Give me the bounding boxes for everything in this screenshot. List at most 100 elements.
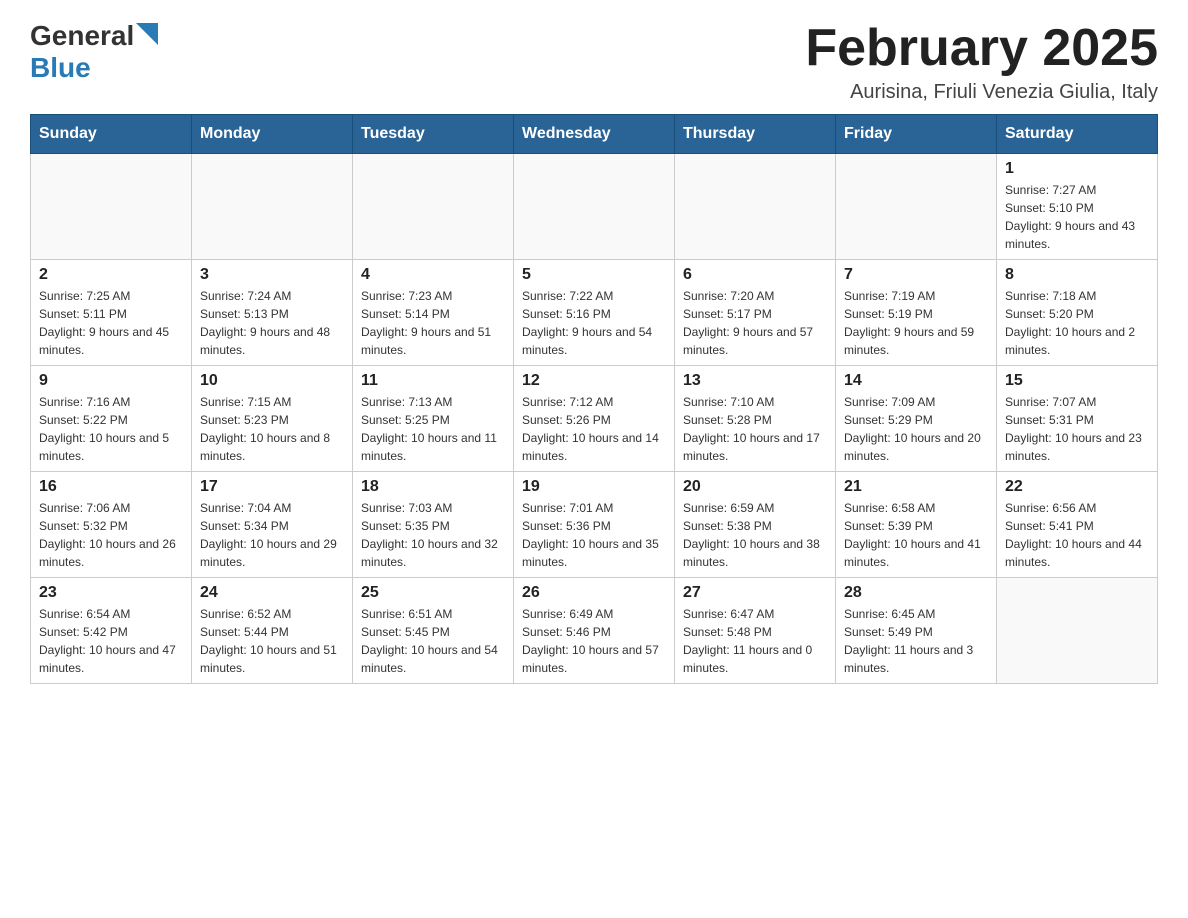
calendar-cell: 10 Sunrise: 7:15 AM Sunset: 5:23 PM Dayli… xyxy=(192,366,353,472)
day-number: 25 xyxy=(361,584,505,602)
calendar-cell xyxy=(997,578,1158,684)
day-number: 8 xyxy=(1005,266,1149,284)
day-number: 3 xyxy=(200,266,344,284)
day-info: Sunrise: 7:10 AM Sunset: 5:28 PM Dayligh… xyxy=(683,393,827,465)
calendar-week-row: 23 Sunrise: 6:54 AM Sunset: 5:42 PM Dayli… xyxy=(31,578,1158,684)
day-number: 23 xyxy=(39,584,183,602)
page-subtitle: Aurisina, Friuli Venezia Giulia, Italy xyxy=(805,81,1158,104)
header-sunday: Sunday xyxy=(31,115,192,154)
day-number: 7 xyxy=(844,266,988,284)
calendar-cell: 22 Sunrise: 6:56 AM Sunset: 5:41 PM Dayli… xyxy=(997,472,1158,578)
calendar-cell: 24Sunrise: 6:52 AM Sunset: 5:44 PM Dayli… xyxy=(192,578,353,684)
calendar-cell xyxy=(192,154,353,260)
calendar-cell: 14 Sunrise: 7:09 AM Sunset: 5:29 PM Dayli… xyxy=(836,366,997,472)
day-number: 9 xyxy=(39,372,183,390)
day-number: 15 xyxy=(1005,372,1149,390)
day-number: 18 xyxy=(361,478,505,496)
calendar-cell: 12Sunrise: 7:12 AM Sunset: 5:26 PM Dayli… xyxy=(514,366,675,472)
calendar-cell xyxy=(675,154,836,260)
day-number: 10 xyxy=(200,372,344,390)
calendar-cell: 23 Sunrise: 6:54 AM Sunset: 5:42 PM Dayli… xyxy=(31,578,192,684)
header-thursday: Thursday xyxy=(675,115,836,154)
calendar-cell: 11 Sunrise: 7:13 AM Sunset: 5:25 PM Dayli… xyxy=(353,366,514,472)
day-info: Sunrise: 7:27 AM Sunset: 5:10 PM Dayligh… xyxy=(1005,181,1149,253)
day-info: Sunrise: 6:47 AM Sunset: 5:48 PM Dayligh… xyxy=(683,605,827,677)
day-number: 1 xyxy=(1005,160,1149,178)
day-info: Sunrise: 7:15 AM Sunset: 5:23 PM Dayligh… xyxy=(200,393,344,465)
calendar-cell: 27 Sunrise: 6:47 AM Sunset: 5:48 PM Dayli… xyxy=(675,578,836,684)
logo-general-text: General xyxy=(30,20,134,52)
day-number: 21 xyxy=(844,478,988,496)
day-info: Sunrise: 7:16 AM Sunset: 5:22 PM Dayligh… xyxy=(39,393,183,465)
calendar-cell xyxy=(836,154,997,260)
calendar-cell: 15 Sunrise: 7:07 AM Sunset: 5:31 PM Dayli… xyxy=(997,366,1158,472)
day-info: Sunrise: 7:25 AM Sunset: 5:11 PM Dayligh… xyxy=(39,287,183,359)
calendar-header-row: Sunday Monday Tuesday Wednesday Thursday… xyxy=(31,115,1158,154)
day-info: Sunrise: 7:13 AM Sunset: 5:25 PM Dayligh… xyxy=(361,393,505,465)
day-info: Sunrise: 6:58 AM Sunset: 5:39 PM Dayligh… xyxy=(844,499,988,571)
day-number: 16 xyxy=(39,478,183,496)
calendar-cell: 4 Sunrise: 7:23 AM Sunset: 5:14 PM Daylig… xyxy=(353,260,514,366)
day-info: Sunrise: 6:59 AM Sunset: 5:38 PM Dayligh… xyxy=(683,499,827,571)
day-number: 17 xyxy=(200,478,344,496)
day-info: Sunrise: 7:07 AM Sunset: 5:31 PM Dayligh… xyxy=(1005,393,1149,465)
calendar-cell xyxy=(353,154,514,260)
day-info: Sunrise: 7:01 AM Sunset: 5:36 PM Dayligh… xyxy=(522,499,666,571)
day-info: Sunrise: 7:20 AM Sunset: 5:17 PM Dayligh… xyxy=(683,287,827,359)
calendar-cell: 1 Sunrise: 7:27 AM Sunset: 5:10 PM Daylig… xyxy=(997,154,1158,260)
page-header: General Blue February 2025 Aurisina, Fri… xyxy=(30,20,1158,104)
day-number: 13 xyxy=(683,372,827,390)
logo: General Blue xyxy=(30,20,158,84)
calendar-cell: 21 Sunrise: 6:58 AM Sunset: 5:39 PM Dayli… xyxy=(836,472,997,578)
calendar-cell: 17 Sunrise: 7:04 AM Sunset: 5:34 PM Dayli… xyxy=(192,472,353,578)
calendar-cell: 26 Sunrise: 6:49 AM Sunset: 5:46 PM Dayli… xyxy=(514,578,675,684)
day-number: 26 xyxy=(522,584,666,602)
day-number: 2 xyxy=(39,266,183,284)
calendar-cell: 7 Sunrise: 7:19 AM Sunset: 5:19 PM Daylig… xyxy=(836,260,997,366)
calendar-cell: 5 Sunrise: 7:22 AM Sunset: 5:16 PM Daylig… xyxy=(514,260,675,366)
day-number: 27 xyxy=(683,584,827,602)
calendar-cell: 25 Sunrise: 6:51 AM Sunset: 5:45 PM Dayli… xyxy=(353,578,514,684)
calendar-week-row: 2 Sunrise: 7:25 AM Sunset: 5:11 PM Daylig… xyxy=(31,260,1158,366)
day-info: Sunrise: 7:09 AM Sunset: 5:29 PM Dayligh… xyxy=(844,393,988,465)
header-saturday: Saturday xyxy=(997,115,1158,154)
day-number: 12 xyxy=(522,372,666,390)
header-wednesday: Wednesday xyxy=(514,115,675,154)
logo-triangle-icon xyxy=(136,23,158,45)
day-info: Sunrise: 7:22 AM Sunset: 5:16 PM Dayligh… xyxy=(522,287,666,359)
day-info: Sunrise: 7:23 AM Sunset: 5:14 PM Dayligh… xyxy=(361,287,505,359)
calendar-cell: 9 Sunrise: 7:16 AM Sunset: 5:22 PM Daylig… xyxy=(31,366,192,472)
day-info: Sunrise: 6:52 AM Sunset: 5:44 PM Dayligh… xyxy=(200,605,344,677)
day-info: Sunrise: 7:24 AM Sunset: 5:13 PM Dayligh… xyxy=(200,287,344,359)
day-number: 14 xyxy=(844,372,988,390)
calendar-week-row: 1 Sunrise: 7:27 AM Sunset: 5:10 PM Daylig… xyxy=(31,154,1158,260)
calendar-week-row: 9 Sunrise: 7:16 AM Sunset: 5:22 PM Daylig… xyxy=(31,366,1158,472)
calendar-week-row: 16Sunrise: 7:06 AM Sunset: 5:32 PM Dayli… xyxy=(31,472,1158,578)
calendar-cell xyxy=(514,154,675,260)
day-info: Sunrise: 7:03 AM Sunset: 5:35 PM Dayligh… xyxy=(361,499,505,571)
day-info: Sunrise: 7:19 AM Sunset: 5:19 PM Dayligh… xyxy=(844,287,988,359)
header-friday: Friday xyxy=(836,115,997,154)
day-info: Sunrise: 6:56 AM Sunset: 5:41 PM Dayligh… xyxy=(1005,499,1149,571)
calendar-cell: 13 Sunrise: 7:10 AM Sunset: 5:28 PM Dayli… xyxy=(675,366,836,472)
calendar-cell: 16Sunrise: 7:06 AM Sunset: 5:32 PM Dayli… xyxy=(31,472,192,578)
page-title: February 2025 xyxy=(805,20,1158,77)
day-info: Sunrise: 6:54 AM Sunset: 5:42 PM Dayligh… xyxy=(39,605,183,677)
day-info: Sunrise: 7:18 AM Sunset: 5:20 PM Dayligh… xyxy=(1005,287,1149,359)
day-info: Sunrise: 6:45 AM Sunset: 5:49 PM Dayligh… xyxy=(844,605,988,677)
day-info: Sunrise: 6:49 AM Sunset: 5:46 PM Dayligh… xyxy=(522,605,666,677)
day-number: 6 xyxy=(683,266,827,284)
day-number: 28 xyxy=(844,584,988,602)
day-number: 5 xyxy=(522,266,666,284)
calendar-cell: 2 Sunrise: 7:25 AM Sunset: 5:11 PM Daylig… xyxy=(31,260,192,366)
day-info: Sunrise: 7:04 AM Sunset: 5:34 PM Dayligh… xyxy=(200,499,344,571)
day-number: 11 xyxy=(361,372,505,390)
calendar-cell: 6 Sunrise: 7:20 AM Sunset: 5:17 PM Daylig… xyxy=(675,260,836,366)
day-number: 4 xyxy=(361,266,505,284)
header-tuesday: Tuesday xyxy=(353,115,514,154)
day-info: Sunrise: 6:51 AM Sunset: 5:45 PM Dayligh… xyxy=(361,605,505,677)
calendar-cell: 28 Sunrise: 6:45 AM Sunset: 5:49 PM Dayli… xyxy=(836,578,997,684)
logo-blue-text: Blue xyxy=(30,52,91,83)
calendar-cell: 18 Sunrise: 7:03 AM Sunset: 5:35 PM Dayli… xyxy=(353,472,514,578)
day-number: 22 xyxy=(1005,478,1149,496)
